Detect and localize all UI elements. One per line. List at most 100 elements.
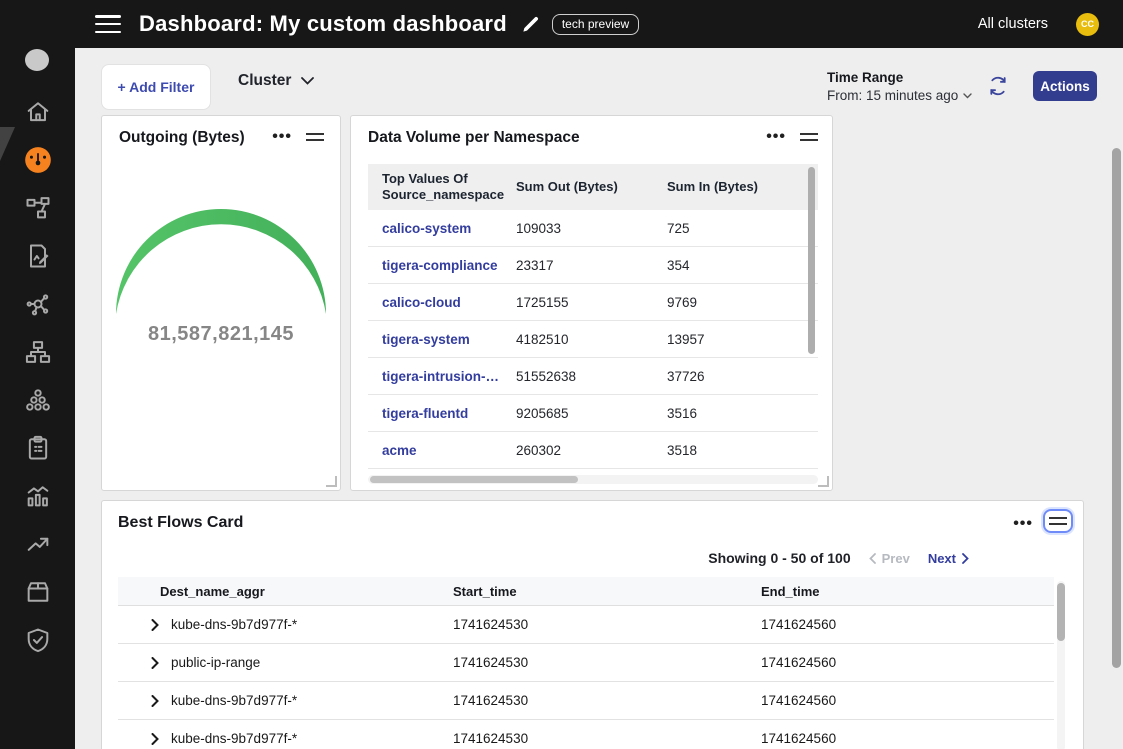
- page-title: Dashboard: My custom dashboard: [139, 11, 507, 37]
- hamburger-menu-icon[interactable]: [95, 15, 121, 33]
- time-range-value[interactable]: From: 15 minutes ago: [827, 88, 972, 103]
- card-drag-handle-icon[interactable]: [800, 133, 818, 141]
- dashboard-gauge-icon: [24, 146, 52, 174]
- start-time-value: 1741624530: [453, 731, 761, 746]
- sum-out-value: 260302: [516, 443, 667, 458]
- add-filter-button[interactable]: + Add Filter: [101, 64, 211, 110]
- table-header-row: Dest_name_aggr Start_time End_time: [118, 577, 1054, 606]
- namespace-link[interactable]: calico-system: [382, 221, 516, 236]
- best-flows-card-title: Best Flows Card: [118, 514, 243, 532]
- sidebar-item-activity[interactable]: [0, 472, 75, 520]
- data-volume-card-title: Data Volume per Namespace: [368, 129, 580, 147]
- outgoing-card-title: Outgoing (Bytes): [119, 129, 245, 147]
- threat-shield-icon: [24, 626, 52, 654]
- sidebar-item-compliance[interactable]: [0, 424, 75, 472]
- topology-icon: [24, 338, 52, 366]
- sidebar-item-network-nodes[interactable]: [0, 280, 75, 328]
- sidebar-item-workloads[interactable]: [0, 568, 75, 616]
- chevron-down-icon: [963, 93, 972, 99]
- col-header-end-time: End_time: [761, 584, 1054, 599]
- expand-row-chevron-icon[interactable]: [151, 619, 159, 631]
- cluster-selector[interactable]: All clusters: [978, 16, 1048, 32]
- card-menu-icon[interactable]: •••: [1013, 519, 1033, 529]
- card-drag-handle-icon[interactable]: [306, 133, 324, 141]
- edit-pencil-icon[interactable]: [521, 15, 540, 34]
- table-row: calico-system 109033 725: [368, 210, 818, 247]
- sidebar-item-home[interactable]: [0, 88, 75, 136]
- gauge-chart: [106, 204, 336, 329]
- expand-row-chevron-icon[interactable]: [151, 657, 159, 669]
- card-menu-icon[interactable]: •••: [272, 132, 292, 142]
- sum-in-value: 9769: [667, 295, 818, 310]
- workloads-box-icon: [24, 578, 52, 606]
- chevron-right-icon: [962, 553, 969, 564]
- namespace-link[interactable]: tigera-system: [382, 332, 516, 347]
- sidebar-item-trending[interactable]: [0, 520, 75, 568]
- card-resize-handle[interactable]: [818, 476, 829, 487]
- end-time-value: 1741624560: [761, 617, 1054, 632]
- page-vertical-scrollbar[interactable]: [1112, 148, 1121, 668]
- col-header-namespace: Top Values Of Source_namespace: [382, 171, 516, 204]
- logo-slot: [0, 0, 75, 48]
- refresh-icon[interactable]: [988, 76, 1008, 101]
- policies-icon: [24, 242, 52, 270]
- table-row: kube-dns-9b7d977f-* 1741624530 174162456…: [118, 720, 1054, 749]
- namespace-link[interactable]: acme: [382, 443, 516, 458]
- start-time-value: 1741624530: [453, 655, 761, 670]
- time-range-text: From: 15 minutes ago: [827, 88, 958, 103]
- sidebar-item-endpoints[interactable]: [0, 376, 75, 424]
- table-header-row: Top Values Of Source_namespace Sum Out (…: [368, 164, 818, 210]
- table-row: tigera-system 4182510 13957: [368, 321, 818, 358]
- flows-table: Dest_name_aggr Start_time End_time kube-…: [118, 577, 1054, 749]
- namespace-link[interactable]: calico-cloud: [382, 295, 516, 310]
- card-drag-handle-icon: [1049, 517, 1067, 525]
- sum-out-value: 51552638: [516, 369, 667, 384]
- service-graph-icon: [24, 194, 52, 222]
- cluster-filter-dropdown[interactable]: Cluster: [238, 72, 314, 90]
- user-avatar[interactable]: CC: [1076, 13, 1099, 36]
- namespace-table: Top Values Of Source_namespace Sum Out (…: [368, 164, 818, 469]
- table-horizontal-scrollbar[interactable]: [368, 475, 818, 484]
- prev-page-button[interactable]: Prev: [869, 551, 910, 566]
- sum-out-value: 9205685: [516, 406, 667, 421]
- sidebar-item-service-graph[interactable]: [0, 184, 75, 232]
- table-vertical-scrollbar[interactable]: [808, 167, 815, 354]
- card-menu-icon[interactable]: •••: [766, 132, 786, 142]
- pagination: Showing 0 - 50 of 100 Prev Next: [708, 550, 969, 566]
- sidebar-item-topology[interactable]: [0, 328, 75, 376]
- table-row: tigera-fluentd 9205685 3516: [368, 395, 818, 432]
- sum-in-value: 13957: [667, 332, 818, 347]
- actions-button[interactable]: Actions: [1033, 71, 1097, 101]
- sidebar: [0, 0, 75, 749]
- next-page-button[interactable]: Next: [928, 551, 969, 566]
- top-bar: Dashboard: My custom dashboard tech prev…: [0, 0, 1123, 48]
- namespace-link[interactable]: tigera-compliance: [382, 258, 516, 273]
- expand-row-chevron-icon[interactable]: [151, 733, 159, 745]
- sum-out-value: 23317: [516, 258, 667, 273]
- table-row: acme 260302 3518: [368, 432, 818, 469]
- chevron-down-icon: [301, 77, 314, 85]
- sum-in-value: 3518: [667, 443, 818, 458]
- sum-out-value: 1725155: [516, 295, 667, 310]
- card-drag-handle-focused[interactable]: [1043, 509, 1073, 533]
- card-resize-handle[interactable]: [326, 476, 337, 487]
- table-row: calico-cloud 1725155 9769: [368, 284, 818, 321]
- table-vertical-scrollbar[interactable]: [1057, 581, 1065, 749]
- namespace-link[interactable]: tigera-intrusion-d…: [382, 369, 516, 384]
- end-time-value: 1741624560: [761, 655, 1054, 670]
- best-flows-card: Best Flows Card ••• Showing 0 - 50 of 10…: [101, 500, 1084, 749]
- expand-row-chevron-icon[interactable]: [151, 695, 159, 707]
- sidebar-item-threat-defense[interactable]: [0, 616, 75, 664]
- namespace-link[interactable]: tigera-fluentd: [382, 406, 516, 421]
- table-row: tigera-intrusion-d… 51552638 37726: [368, 358, 818, 395]
- outgoing-bytes-card: Outgoing (Bytes) ••• 81,587,821,145: [101, 115, 341, 491]
- trending-arrow-icon: [24, 530, 52, 558]
- dest-name: kube-dns-9b7d977f-*: [171, 693, 297, 708]
- endpoints-cluster-icon: [24, 386, 52, 414]
- prev-label: Prev: [882, 551, 910, 566]
- sidebar-item-dashboard-active[interactable]: [0, 136, 75, 184]
- sidebar-item-policies[interactable]: [0, 232, 75, 280]
- pagination-summary: Showing 0 - 50 of 100: [708, 550, 850, 566]
- dest-name: kube-dns-9b7d977f-*: [171, 731, 297, 746]
- sum-in-value: 3516: [667, 406, 818, 421]
